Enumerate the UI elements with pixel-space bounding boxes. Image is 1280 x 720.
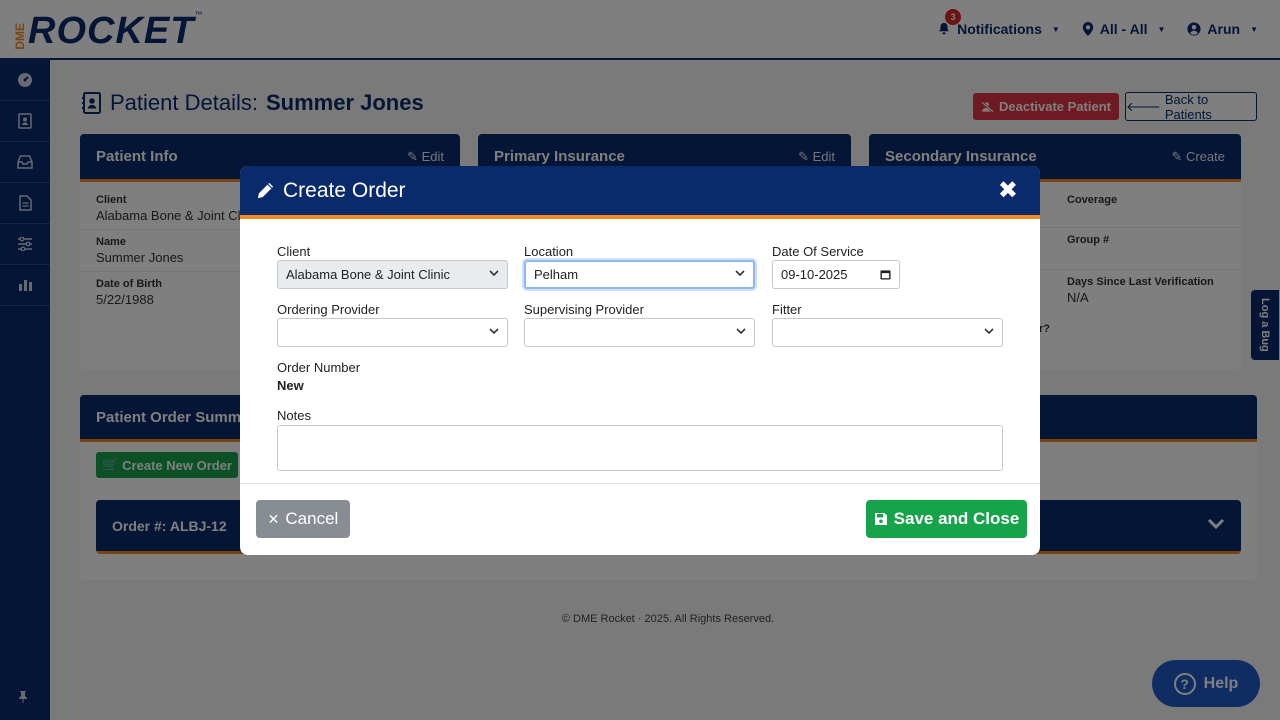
client-select[interactable]: Alabama Bone & Joint Clinic xyxy=(277,260,508,289)
order-number-label: Order Number xyxy=(277,360,361,375)
calendar-icon[interactable] xyxy=(880,269,891,280)
location-select[interactable]: Pelham xyxy=(524,260,755,289)
ordering-provider-select[interactable] xyxy=(277,318,508,347)
date-of-service-input[interactable]: 09-10-2025 xyxy=(772,260,900,289)
close-icon[interactable]: ✖ xyxy=(998,176,1018,205)
modal-header: Create Order ✖ xyxy=(240,166,1040,219)
floppy-disk-icon xyxy=(874,513,887,525)
chevron-down-icon xyxy=(489,327,499,338)
location-label: Location xyxy=(524,244,574,259)
close-icon: ✕ xyxy=(267,510,280,527)
create-order-modal: Create Order ✖ Client Alabama Bone & Joi… xyxy=(240,166,1040,555)
chevron-down-icon xyxy=(736,327,746,338)
date-of-service-value: 09-10-2025 xyxy=(781,267,848,282)
cancel-button[interactable]: ✕ Cancel xyxy=(256,500,350,538)
chevron-down-icon xyxy=(984,327,994,338)
supervising-provider-label: Supervising Provider xyxy=(524,302,644,317)
cancel-label: Cancel xyxy=(285,509,339,528)
modal-title: Create Order xyxy=(256,179,406,203)
modal-footer-divider xyxy=(240,483,1040,484)
chevron-down-icon xyxy=(489,269,499,280)
save-and-close-label: Save and Close xyxy=(893,509,1020,528)
date-of-service-label: Date Of Service xyxy=(772,244,864,259)
chevron-down-icon xyxy=(735,269,745,280)
notes-label: Notes xyxy=(277,408,311,423)
order-number-value: New xyxy=(277,378,304,393)
modal-title-text: Create Order xyxy=(283,178,406,202)
fitter-select[interactable] xyxy=(772,318,1003,347)
save-and-close-button[interactable]: Save and Close xyxy=(866,500,1027,538)
client-select-value: Alabama Bone & Joint Clinic xyxy=(286,267,451,282)
location-select-value: Pelham xyxy=(534,267,579,282)
ordering-provider-label: Ordering Provider xyxy=(277,302,380,317)
fitter-label: Fitter xyxy=(772,302,802,317)
notes-textarea[interactable] xyxy=(277,425,1003,471)
client-label: Client xyxy=(277,244,311,259)
pencil-icon xyxy=(257,182,274,199)
supervising-provider-select[interactable] xyxy=(524,318,755,347)
